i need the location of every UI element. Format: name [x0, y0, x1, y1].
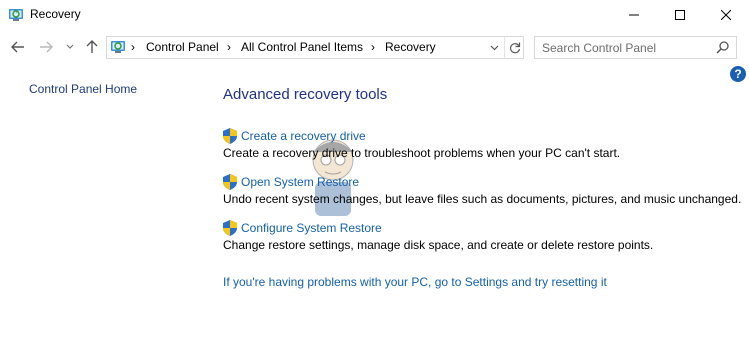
breadcrumb-separator: ›: [131, 40, 135, 54]
reset-pc-link[interactable]: If you're having problems with your PC, …: [223, 275, 607, 289]
address-bar[interactable]: › Control Panel › All Control Panel Item…: [106, 36, 524, 59]
forward-button[interactable]: [36, 38, 56, 56]
minimize-button[interactable]: [611, 0, 657, 30]
recovery-app-icon: [8, 7, 24, 23]
recent-locations-button[interactable]: [62, 38, 78, 56]
close-icon: [721, 10, 731, 20]
page-title: Advanced recovery tools: [223, 86, 388, 103]
uac-shield-icon: [223, 174, 237, 190]
chevron-down-icon: [66, 44, 74, 49]
arrow-right-icon: [40, 41, 53, 53]
control-panel-home-link[interactable]: Control Panel Home: [29, 82, 137, 96]
arrow-left-icon: [11, 41, 24, 53]
breadcrumb-recovery[interactable]: Recovery: [385, 40, 436, 54]
breadcrumb-control-panel[interactable]: Control Panel: [146, 40, 219, 54]
search-input[interactable]: [535, 37, 717, 58]
uac-shield-icon: [223, 128, 237, 144]
create-recovery-drive-link[interactable]: Create a recovery drive: [241, 129, 366, 143]
maximize-icon: [675, 10, 685, 20]
search-box[interactable]: [534, 36, 737, 59]
uac-shield-icon: [223, 220, 237, 236]
open-system-restore-link[interactable]: Open System Restore: [241, 175, 359, 189]
task-description: Create a recovery drive to troubleshoot …: [223, 146, 621, 160]
refresh-icon: [509, 42, 520, 53]
search-icon[interactable]: [715, 40, 731, 56]
minimize-icon: [629, 14, 639, 16]
window-title: Recovery: [30, 7, 81, 21]
arrow-up-icon: [86, 40, 98, 53]
breadcrumb-all-items[interactable]: All Control Panel Items: [241, 40, 363, 54]
control-panel-icon: [110, 39, 126, 55]
breadcrumb-separator[interactable]: ›: [371, 40, 375, 54]
breadcrumb-separator[interactable]: ›: [227, 40, 231, 54]
left-pane: Control Panel Home: [29, 80, 137, 98]
close-button[interactable]: [703, 0, 749, 30]
task-description: Change restore settings, manage disk spa…: [223, 238, 654, 252]
help-icon[interactable]: ?: [730, 66, 746, 82]
task-description: Undo recent system changes, but leave fi…: [223, 192, 742, 206]
address-dropdown-button[interactable]: [485, 37, 503, 58]
up-button[interactable]: [82, 38, 102, 56]
title-bar: Recovery: [0, 0, 749, 30]
chevron-down-icon: [490, 45, 498, 50]
configure-system-restore-link[interactable]: Configure System Restore: [241, 221, 382, 235]
back-button[interactable]: [8, 38, 28, 56]
navigation-bar: › Control Panel › All Control Panel Item…: [0, 30, 749, 64]
maximize-button[interactable]: [657, 0, 703, 30]
refresh-button[interactable]: [504, 37, 524, 58]
